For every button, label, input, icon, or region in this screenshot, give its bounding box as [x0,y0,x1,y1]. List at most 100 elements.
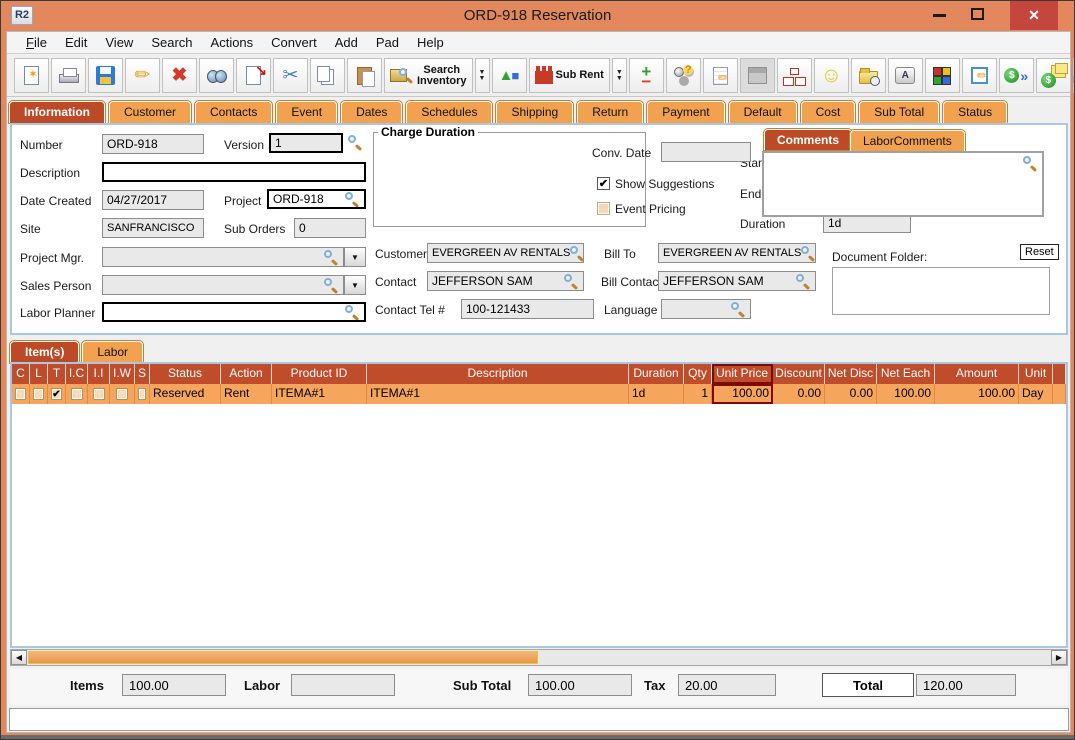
column-header-net-disc[interactable]: Net Disc [825,364,877,384]
sales-person-dropdown[interactable]: ▼ [344,275,366,295]
search-icon[interactable] [570,246,584,261]
menu-view[interactable]: View [96,33,142,52]
quick-invoice-button[interactable]: $» [999,58,1034,93]
bill-contact-field[interactable]: JEFFERSON SAM [658,271,816,291]
tab-customer[interactable]: Customer [109,101,191,123]
menu-actions[interactable]: Actions [202,33,263,52]
row-checkbox-i-c[interactable] [71,388,83,400]
cell-discount[interactable]: 0.00 [773,384,825,404]
show-suggestions-checkbox[interactable]: ✔ [597,177,610,190]
tab-return[interactable]: Return [577,101,643,123]
cell-product-id[interactable]: ITEMA#1 [272,384,367,404]
copy-button[interactable] [310,58,345,93]
search-icon[interactable] [345,192,360,207]
find-button[interactable] [199,58,234,93]
conv-date-field[interactable] [661,142,751,162]
tab-items[interactable]: Item(s) [10,341,79,363]
menu-file[interactable]: File [17,33,56,52]
row-checkbox-t[interactable]: ✔ [51,388,62,400]
search-icon[interactable] [801,246,816,261]
project-mgr-field[interactable] [102,247,344,267]
shortcut-key-button[interactable]: A [888,58,923,93]
cell-unit-price[interactable]: 100.00 [712,384,773,404]
new-button[interactable]: ✶ [14,58,49,93]
description-field[interactable] [102,162,366,182]
copy-order-button[interactable]: ↘ [236,58,271,93]
tab-default[interactable]: Default [729,101,797,123]
column-header-duration[interactable]: Duration [629,364,684,384]
tab-labor-comments[interactable]: LaborComments [850,130,965,151]
column-header-unit[interactable]: Unit [1019,364,1053,384]
delete-button[interactable]: ✖ [162,58,197,93]
tab-payment[interactable]: Payment [647,101,724,123]
billing-notes-button[interactable]: $ [1036,58,1071,93]
items-total-field[interactable]: 100.00 [122,674,226,696]
cell-action[interactable]: Rent [221,384,272,404]
event-pricing-checkbox[interactable] [597,202,610,215]
tab-sub-total[interactable]: Sub Total [859,101,939,123]
tab-status[interactable]: Status [943,101,1007,123]
column-header-product-id[interactable]: Product ID [272,364,367,384]
column-header-qty[interactable]: Qty [684,364,712,384]
row-checkbox-c[interactable] [15,388,26,400]
sub-rent-button[interactable]: Sub Rent [529,58,610,93]
contact-tel-field[interactable]: 100-121433 [461,299,594,319]
version-field[interactable]: 1 [269,133,343,153]
menu-edit[interactable]: Edit [56,33,96,52]
maximize-button[interactable] [971,8,984,20]
tab-shipping[interactable]: Shipping [496,101,573,123]
cell-amount[interactable]: 100.00 [935,384,1019,404]
column-header-net-each[interactable]: Net Each [877,364,935,384]
column-header-s[interactable]: S [135,364,150,384]
menu-search[interactable]: Search [142,33,201,52]
inventory-cubes-button[interactable] [925,58,960,93]
labor-total-field[interactable] [291,674,395,696]
menu-pad[interactable]: Pad [367,33,408,52]
sub-rent-dropdown[interactable]: ▼▼ [612,58,627,93]
save-button[interactable] [88,58,123,93]
row-checkbox-s[interactable] [138,388,146,400]
search-icon[interactable] [324,250,339,265]
tab-cost[interactable]: Cost [801,101,856,123]
cell-qty[interactable]: 1 [684,384,712,404]
tab-information[interactable]: Information [9,101,105,123]
column-header-l[interactable]: L [30,364,48,384]
cell-duration[interactable]: 1d [629,384,684,404]
bill-to-field[interactable]: EVERGREEN AV RENTALS [658,243,816,263]
tab-schedules[interactable]: Schedules [406,101,492,123]
cell-unit[interactable]: Day [1019,384,1053,404]
document-folder-textarea[interactable] [832,267,1050,315]
number-field[interactable]: ORD-918 [102,134,204,154]
horizontal-scrollbar[interactable]: ◀ ▶ [10,649,1068,666]
column-header-amount[interactable]: Amount [935,364,1019,384]
cell-net-disc[interactable]: 0.00 [825,384,877,404]
notes-button[interactable]: ✏ [703,58,738,93]
minimize-button[interactable] [933,14,946,17]
project-field[interactable]: ORD-918 [267,189,366,209]
row-checkbox-l[interactable] [33,388,44,400]
column-header-i-c[interactable]: I.C [66,364,88,384]
edit-button[interactable]: ✏ [125,58,160,93]
shapes-button[interactable]: ▲■ [492,58,527,93]
search-icon[interactable] [731,302,746,317]
tax-field[interactable]: 20.00 [678,674,776,696]
availability-button[interactable]: ? [666,58,701,93]
close-button[interactable]: ✕ [1010,1,1058,30]
tab-event[interactable]: Event [276,101,337,123]
cell-net-each[interactable]: 100.00 [877,384,935,404]
customer-service-button[interactable]: ☺ [814,58,849,93]
sales-person-field[interactable] [102,275,344,295]
site-field[interactable]: SANFRANCISCO [102,218,204,238]
search-icon[interactable] [1023,156,1038,171]
tab-contacts[interactable]: Contacts [195,101,272,123]
tab-labor[interactable]: Labor [82,341,143,363]
sub-orders-field[interactable]: 0 [294,218,366,238]
search-icon[interactable] [564,274,579,289]
paste-button[interactable] [347,58,382,93]
menu-convert[interactable]: Convert [262,33,326,52]
column-header-description[interactable]: Description [367,364,629,384]
org-chart-button[interactable] [777,58,812,93]
cell-status[interactable]: Reserved [150,384,221,404]
edit-note-button[interactable]: ✏ [962,58,997,93]
language-field[interactable] [661,299,751,319]
